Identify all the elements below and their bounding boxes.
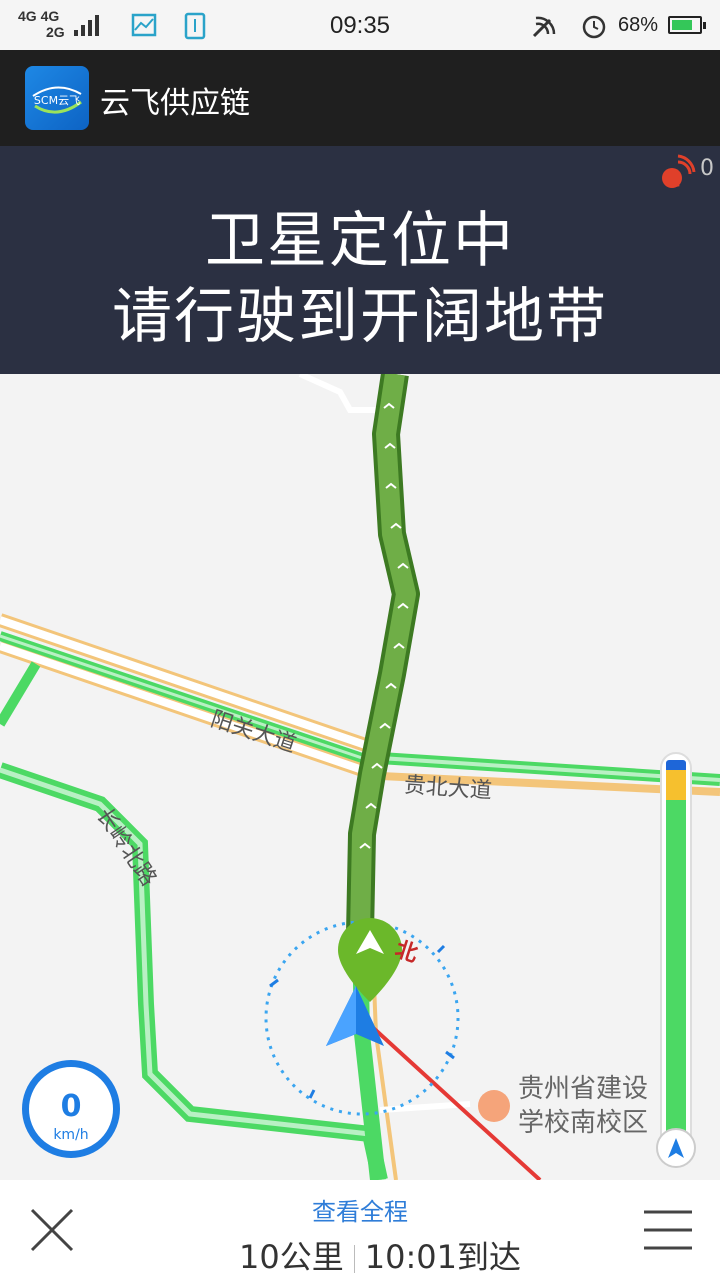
navigation-screen: 4G 4G 2G 09:35 68% SCM云飞 云飞供应链 0 卫星定位中 请… (0, 0, 720, 1280)
speed-value: 0 (60, 1089, 82, 1124)
view-full-route-link[interactable]: 查看全程 (0, 1192, 720, 1227)
clock-time: 09:35 (329, 12, 391, 39)
nav-arrow-icon (668, 1138, 684, 1158)
banner-subtitle: 请行驶到开阔地带 (112, 282, 608, 352)
map-roads (0, 374, 720, 1180)
planned-route (346, 374, 420, 935)
trip-summary: 10公里 10:01到达 (0, 1232, 720, 1278)
battery-icon (668, 16, 706, 34)
logo-icon: SCM云飞 (32, 86, 82, 114)
app-bar: SCM云飞 云飞供应链 (0, 50, 720, 146)
progress-position-knob[interactable] (656, 1128, 696, 1168)
alarm-icon (582, 15, 606, 39)
bottom-bar: 查看全程 10公里 10:01到达 (0, 1180, 720, 1280)
status-bar: 4G 4G 2G 09:35 68% (0, 0, 720, 50)
speedometer: 0 km/h (22, 1060, 120, 1158)
app-title: 云飞供应链 (100, 86, 250, 121)
map-view[interactable]: 阳关大道 贵北大道 长岭北路 北 (0, 374, 720, 1180)
route-progress-bar (660, 752, 692, 1166)
school-poi-icon[interactable] (478, 1090, 510, 1122)
road-label-guibei: 贵北大道 (403, 772, 493, 805)
poi-label-line-2: 学校南校区 (518, 1108, 649, 1138)
battery-percent: 68% (618, 14, 659, 36)
logo-text: SCM云飞 (34, 94, 80, 107)
hamburger-menu-icon (644, 1210, 692, 1250)
satellite-count: 0 (700, 156, 714, 181)
banner-title: 卫星定位中 (205, 206, 515, 276)
poi-label[interactable]: 贵州省建设 学校南校区 (518, 1072, 648, 1140)
remaining-distance: 10公里 (239, 1238, 344, 1276)
nfc-icon (532, 16, 556, 38)
satellite-icon (662, 154, 696, 188)
menu-button[interactable] (642, 1208, 694, 1254)
poi-label-line-1: 贵州省建设 (518, 1074, 649, 1104)
speed-unit: km/h (53, 1127, 89, 1143)
app-logo: SCM云飞 (25, 66, 89, 130)
arrival-time: 10:01到达 (364, 1238, 521, 1276)
